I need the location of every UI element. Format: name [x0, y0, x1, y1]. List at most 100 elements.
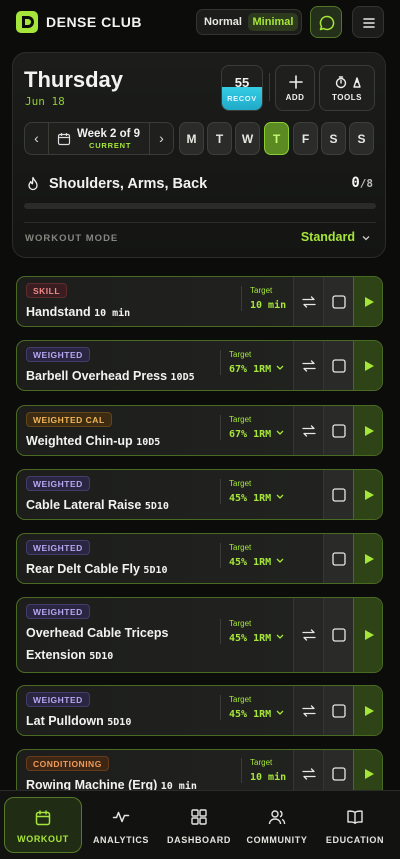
logo-icon: [16, 11, 38, 33]
week-label: Week 2 of 9: [77, 128, 141, 140]
target-value: 45% 1RM: [229, 709, 286, 720]
nav-community[interactable]: COMMUNITY: [240, 797, 314, 853]
target-block[interactable]: Target 67% 1RM: [220, 349, 286, 375]
swap-exercise-button[interactable]: [293, 277, 323, 326]
play-icon: [364, 769, 374, 779]
view-mode-normal[interactable]: Normal: [200, 13, 246, 31]
brand-name: DENSE CLUB: [46, 14, 143, 30]
checkbox-icon: [331, 551, 346, 566]
day-card: Thursday Jun 18 55 RECOV ADD TOOLS ‹ Wee…: [12, 52, 386, 258]
exercise-tag: WEIGHTED CAL: [26, 412, 112, 427]
completed-count: 0: [351, 175, 360, 191]
day-button-4[interactable]: F: [293, 122, 318, 155]
workout-mode-value[interactable]: Standard: [301, 230, 355, 244]
start-exercise-button[interactable]: [353, 598, 382, 672]
start-exercise-button[interactable]: [353, 534, 382, 583]
complete-checkbox[interactable]: [323, 341, 353, 390]
nav-label: DASHBOARD: [167, 835, 231, 845]
view-mode-minimal[interactable]: Minimal: [248, 13, 298, 31]
checkbox-icon: [331, 294, 346, 309]
recovery-value: 55: [234, 75, 250, 90]
complete-checkbox[interactable]: [323, 534, 353, 583]
recovery-label: RECOV: [227, 94, 257, 103]
book-icon: [347, 810, 363, 824]
recovery-badge[interactable]: 55 RECOV: [221, 65, 263, 111]
complete-checkbox[interactable]: [323, 598, 353, 672]
chat-button[interactable]: [310, 6, 342, 38]
swap-icon: [301, 704, 316, 717]
target-value-text: 67% 1RM: [229, 428, 272, 440]
exercise-card: WEIGHTED Rear Delt Cable Fly 5D10 Target 45…: [16, 533, 383, 584]
target-label: Target: [250, 285, 273, 295]
menu-button[interactable]: [352, 6, 384, 38]
swap-icon: [301, 768, 316, 780]
target-block[interactable]: Target 45% 1RM: [220, 694, 286, 720]
checkbox-icon: [331, 628, 346, 642]
completion-count: 0/8: [351, 175, 373, 191]
play-icon: [364, 489, 374, 500]
complete-checkbox[interactable]: [323, 277, 353, 326]
exercise-card: WEIGHTED Barbell Overhead Press 10D5 Targe…: [16, 340, 383, 391]
swap-exercise-button[interactable]: [293, 406, 323, 455]
day-button-5[interactable]: S: [321, 122, 346, 155]
day-button-1[interactable]: T: [207, 122, 232, 155]
start-exercise-button[interactable]: [353, 470, 382, 519]
start-exercise-button[interactable]: [353, 406, 382, 455]
target-value: 67% 1RM: [229, 429, 286, 440]
add-button[interactable]: ADD: [275, 65, 315, 111]
chevron-down-icon: [276, 494, 284, 499]
start-exercise-button[interactable]: [353, 686, 382, 735]
checkbox-icon: [331, 423, 346, 438]
swap-exercise-button[interactable]: [293, 686, 323, 735]
target-label: Target: [229, 349, 252, 359]
complete-checkbox[interactable]: [323, 406, 353, 455]
exercise-name: Weighted Chin-up 10D5: [26, 430, 160, 454]
day-button-6[interactable]: S: [349, 122, 374, 155]
exercise-tag: WEIGHTED: [26, 347, 90, 362]
target-value-text: 10 min: [250, 772, 287, 783]
nav-analytics[interactable]: ANALYTICS: [84, 797, 158, 853]
checkbox-icon: [331, 358, 346, 373]
play-icon: [364, 425, 374, 436]
exercise-detail: 5D10: [89, 651, 114, 662]
target-value-text: 45% 1RM: [229, 633, 272, 644]
target-block[interactable]: Target 67% 1RM: [220, 414, 286, 440]
tools-button[interactable]: TOOLS: [319, 65, 375, 111]
divider: [24, 222, 376, 223]
hamburger-icon: [363, 18, 375, 28]
nav-education[interactable]: EDUCATION: [318, 797, 392, 853]
target-block[interactable]: Target 45% 1RM: [220, 542, 286, 568]
complete-checkbox[interactable]: [323, 686, 353, 735]
exercise-name-text: Barbell Overhead Press: [26, 369, 168, 383]
target-value: 45% 1RM: [229, 633, 286, 644]
start-exercise-button[interactable]: [353, 341, 382, 390]
prev-week-button[interactable]: ‹: [25, 123, 49, 154]
nav-label: EDUCATION: [325, 835, 385, 845]
total-count: /8: [359, 177, 373, 190]
target-block[interactable]: Target 45% 1RM: [220, 478, 286, 504]
nav-workout[interactable]: WORKOUT: [4, 797, 82, 853]
chevron-down-icon[interactable]: [361, 233, 371, 243]
play-icon: [364, 553, 374, 564]
timer-icon: [335, 76, 361, 89]
target-block[interactable]: Target 45% 1RM: [220, 619, 286, 644]
target-value: 10 min: [250, 772, 286, 783]
target-block: Target 10 min: [241, 285, 286, 311]
nav-dashboard[interactable]: DASHBOARD: [162, 797, 236, 853]
swap-exercise-button[interactable]: [293, 341, 323, 390]
exercise-name-text: Rear Delt Cable Fly: [26, 562, 140, 576]
day-button-0[interactable]: M: [179, 122, 204, 155]
swap-exercise-button[interactable]: [293, 598, 323, 672]
exercise-name-line1: Overhead Cable Triceps: [26, 626, 169, 640]
day-button-3[interactable]: T: [264, 122, 289, 155]
day-button-2[interactable]: W: [235, 122, 260, 155]
exercise-name-text: Lat Pulldown: [26, 714, 104, 728]
start-exercise-button[interactable]: [353, 277, 382, 326]
complete-checkbox[interactable]: [323, 470, 353, 519]
next-week-button[interactable]: ›: [149, 123, 173, 154]
exercise-card: WEIGHTED Lat Pulldown 5D10 Target 45% 1RM: [16, 685, 383, 736]
calendar-icon: [35, 810, 51, 826]
add-label: ADD: [285, 93, 305, 102]
top-bar: DENSE CLUB Normal Minimal: [0, 0, 400, 44]
target-block: Target 10 min: [241, 758, 286, 783]
